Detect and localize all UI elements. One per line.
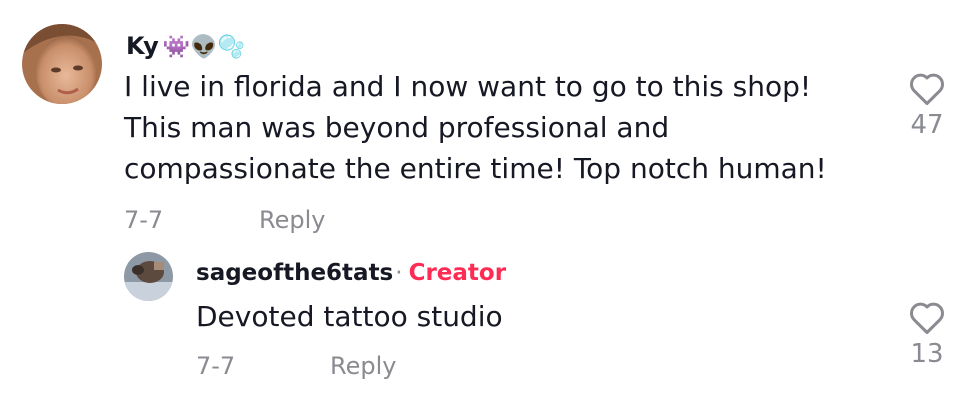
like-control[interactable]: 13 (897, 302, 957, 369)
username-text: Ky (126, 32, 159, 60)
reply-text: Devoted tattoo studio (196, 300, 503, 333)
heart-outline-icon[interactable] (909, 73, 945, 106)
creator-username[interactable]: sageofthe6tats· Creator (196, 259, 506, 287)
creator-avatar[interactable] (124, 252, 173, 301)
avatar-photo (22, 24, 102, 104)
reply-button[interactable]: Reply (330, 352, 396, 380)
like-count: 13 (910, 339, 944, 369)
commenter-username[interactable]: Ky 👾👽🫧 (126, 32, 245, 62)
reply-date: 7-7 (196, 352, 236, 380)
comment-line: I live in florida and I now want to go t… (124, 70, 812, 103)
avatar-photo (124, 252, 173, 301)
comment-text: I live in florida and I now want to go t… (124, 66, 827, 189)
like-count: 47 (910, 110, 944, 140)
username-text: sageofthe6tats (196, 260, 394, 286)
reply-button[interactable]: Reply (259, 206, 325, 234)
comment-line: This man was beyond professional and (124, 111, 670, 144)
like-control[interactable]: 47 (897, 73, 957, 140)
comment-date: 7-7 (124, 206, 164, 234)
commenter-avatar[interactable] (22, 24, 102, 104)
comment-line: compassionate the entire time! Top notch… (124, 152, 827, 185)
username-emojis: 👾👽🫧 (162, 35, 245, 60)
heart-outline-icon[interactable] (909, 302, 945, 335)
creator-badge: Creator (408, 260, 507, 286)
separator-dot: · (395, 260, 403, 286)
